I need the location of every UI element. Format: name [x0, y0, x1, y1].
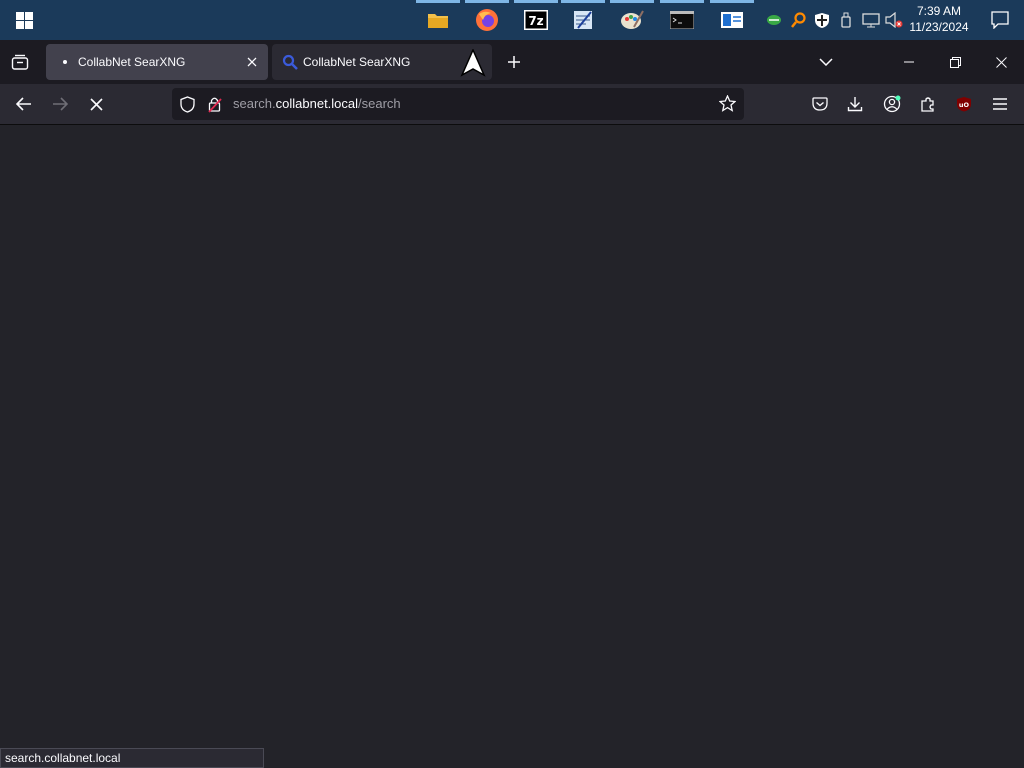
file-explorer-icon — [428, 14, 448, 28]
taskbar-7zip[interactable]: 7z — [512, 0, 560, 40]
tray-search-tool[interactable] — [789, 0, 809, 40]
tab-title: CollabNet SearXNG — [78, 55, 186, 69]
restore-icon — [949, 56, 961, 68]
clock-time: 7:39 AM — [916, 4, 962, 18]
taskbar-window-app[interactable] — [708, 0, 756, 40]
insecure-lock-icon[interactable] — [208, 96, 222, 113]
firefox-view-button[interactable] — [2, 44, 38, 80]
tab-strip: CollabNet SearXNG CollabNet SearXNG — [0, 40, 1024, 84]
terminal-icon — [670, 11, 694, 29]
url-path: /search — [358, 96, 401, 111]
firefox-view-icon — [11, 54, 29, 70]
taskbar-file-explorer[interactable] — [414, 0, 462, 40]
network-icon — [862, 12, 880, 27]
bookmark-star-icon[interactable] — [719, 95, 736, 112]
windows-taskbar: 7z 7:39 AM 11/23/2024 — [0, 0, 1024, 40]
minimize-button[interactable] — [886, 40, 932, 84]
minimize-icon — [904, 61, 914, 63]
page-content-area — [0, 126, 1024, 768]
start-button[interactable] — [0, 0, 48, 40]
notepad-icon — [574, 11, 592, 29]
url-host-domain: collabnet.local — [275, 96, 359, 111]
app-menu-button[interactable] — [983, 87, 1017, 121]
chevron-down-icon — [819, 58, 833, 66]
windows-logo-icon — [15, 11, 33, 29]
svg-text:7z: 7z — [528, 14, 543, 28]
taskbar-notepad[interactable] — [559, 0, 607, 40]
notification-icon — [991, 11, 1009, 29]
extensions-button[interactable] — [911, 87, 945, 121]
plus-icon — [508, 56, 520, 68]
svg-text:uO: uO — [959, 101, 970, 109]
url-text[interactable]: search.collabnet.local/search — [233, 96, 401, 111]
new-tab-button[interactable] — [496, 44, 532, 80]
address-bar[interactable]: search.collabnet.local/search — [172, 88, 744, 120]
taskbar-terminal[interactable] — [658, 0, 706, 40]
url-host-prefix: search. — [233, 96, 276, 111]
tab-loading-dot-icon — [63, 60, 67, 64]
stop-x-icon — [89, 97, 103, 111]
puzzle-icon — [921, 97, 934, 112]
tab-title: CollabNet SearXNG — [303, 55, 411, 69]
volume-muted-icon — [885, 12, 903, 28]
notification-center-button[interactable] — [976, 0, 1024, 40]
forward-button[interactable] — [43, 87, 77, 121]
pocket-button[interactable] — [803, 87, 837, 121]
usb-drive-icon — [841, 12, 851, 28]
hamburger-menu-icon — [993, 98, 1007, 110]
ublock-origin-button[interactable]: uO — [947, 87, 981, 121]
tab-close-button[interactable] — [242, 52, 262, 72]
tray-network-app[interactable] — [764, 0, 784, 40]
close-window-button[interactable] — [978, 40, 1024, 84]
clock-date: 11/23/2024 — [909, 20, 969, 34]
arrow-right-icon — [53, 97, 68, 111]
close-icon — [247, 57, 257, 67]
taskbar-clock[interactable]: 7:39 AM 11/23/2024 — [904, 3, 974, 35]
tray-volume[interactable] — [884, 0, 904, 40]
download-icon — [847, 97, 863, 112]
ublock-shield-icon: uO — [957, 97, 971, 112]
pocket-icon — [812, 97, 828, 111]
close-icon — [995, 56, 1007, 68]
restore-button[interactable] — [932, 40, 978, 84]
account-icon — [883, 95, 901, 113]
navigation-toolbar: search.collabnet.local/search uO — [0, 84, 1024, 125]
mouse-cursor-icon — [460, 49, 486, 77]
7zip-icon: 7z — [524, 10, 548, 30]
list-all-tabs-button[interactable] — [808, 44, 844, 80]
tray-usb[interactable] — [836, 0, 856, 40]
downloads-button[interactable] — [838, 87, 872, 121]
tracking-protection-shield-icon[interactable] — [180, 96, 195, 113]
back-button[interactable] — [7, 87, 41, 121]
taskbar-paint[interactable] — [608, 0, 656, 40]
tray-security[interactable] — [812, 0, 832, 40]
magnifier-icon — [791, 12, 806, 28]
paint-icon — [621, 10, 644, 29]
tab-collabnet-searxng[interactable]: CollabNet SearXNG — [272, 44, 492, 80]
stop-loading-button[interactable] — [79, 87, 113, 121]
shield-icon — [815, 12, 829, 28]
tray-network[interactable] — [860, 0, 882, 40]
arrow-left-icon — [16, 97, 31, 111]
tab-collabnet-searxng-active[interactable]: CollabNet SearXNG — [46, 44, 268, 80]
green-arrows-icon — [767, 15, 781, 25]
taskbar-firefox[interactable] — [463, 0, 511, 40]
searxng-favicon-icon — [282, 54, 298, 70]
window-app-icon — [721, 12, 743, 28]
account-button[interactable] — [875, 87, 909, 121]
link-status-bar: search.collabnet.local — [0, 748, 264, 768]
firefox-icon — [476, 9, 498, 31]
